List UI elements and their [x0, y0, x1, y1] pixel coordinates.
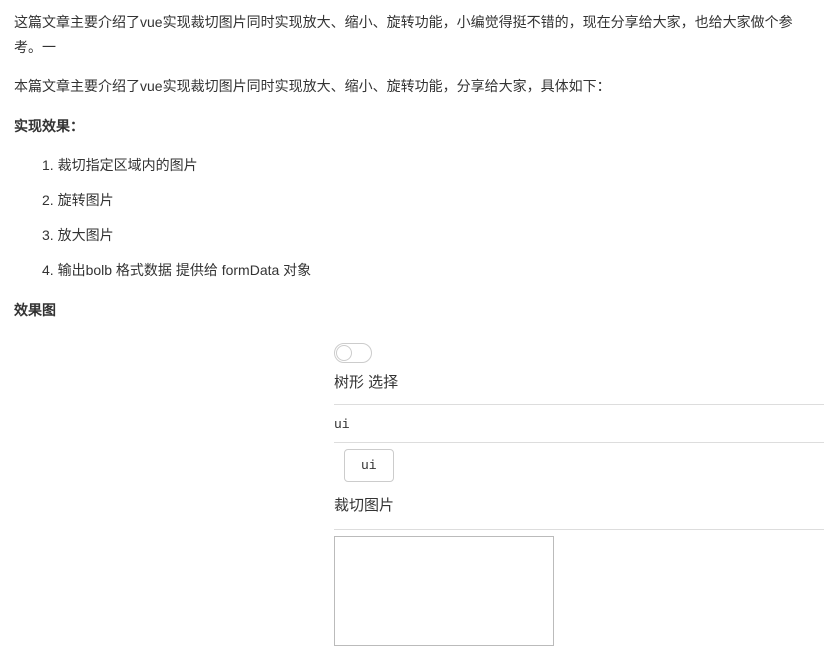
heading-result: 效果图 — [14, 298, 813, 323]
list-item: 2. 旋转图片 — [14, 188, 813, 213]
crop-label: 裁切图片 — [334, 492, 824, 519]
divider — [334, 529, 824, 530]
toggle-switch[interactable] — [334, 343, 372, 363]
tag-item[interactable]: ui — [344, 449, 394, 482]
demo-panel: 树形 选择 ui 裁切图片 — [334, 343, 824, 646]
feature-list: 1. 裁切指定区域内的图片 2. 旋转图片 3. 放大图片 4. 输出bolb … — [14, 153, 813, 284]
crop-area[interactable] — [334, 536, 554, 646]
tree-select-label: 树形 选择 — [334, 369, 824, 396]
toggle-knob — [336, 345, 352, 361]
article-intro: 这篇文章主要介绍了vue实现裁切图片同时实现放大、缩小、旋转功能，小编觉得挺不错… — [14, 10, 813, 60]
divider — [334, 442, 824, 443]
list-item: 4. 输出bolb 格式数据 提供给 formData 对象 — [14, 258, 813, 283]
divider — [334, 404, 824, 405]
list-item: 3. 放大图片 — [14, 223, 813, 248]
search-input[interactable] — [334, 415, 824, 434]
heading-effect: 实现效果： — [14, 114, 813, 139]
article-subtitle: 本篇文章主要介绍了vue实现裁切图片同时实现放大、缩小、旋转功能，分享给大家，具… — [14, 74, 813, 99]
list-item: 1. 裁切指定区域内的图片 — [14, 153, 813, 178]
